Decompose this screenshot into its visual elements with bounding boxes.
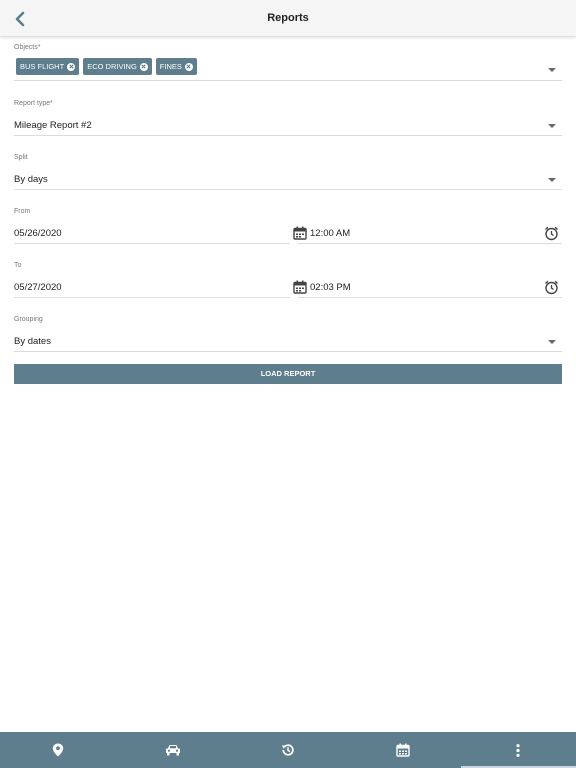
to-date-input[interactable]: 05/27/2020 xyxy=(14,282,62,293)
map-pin-icon xyxy=(52,743,63,757)
nav-calendar[interactable] xyxy=(346,732,461,768)
field-underline xyxy=(298,297,562,298)
grouping-select[interactable]: Grouping By dates xyxy=(14,316,562,352)
to-field: To 05/27/2020 02:03 PM xyxy=(14,262,562,298)
nav-map[interactable] xyxy=(0,732,115,768)
chevron-down-icon[interactable] xyxy=(548,68,556,72)
split-value: By days xyxy=(14,174,48,185)
report-type-value: Mileage Report #2 xyxy=(14,120,92,131)
page-title: Reports xyxy=(267,12,309,24)
chevron-down-icon[interactable] xyxy=(548,178,556,182)
from-date-input[interactable]: 05/26/2020 xyxy=(14,228,62,239)
nav-history[interactable] xyxy=(230,732,345,768)
field-underline xyxy=(14,297,290,298)
objects-field[interactable]: Objects* BUS FLIGHT ECO DRIVING FINES xyxy=(14,44,562,82)
alarm-clock-icon[interactable] xyxy=(544,226,559,241)
calendar-icon xyxy=(396,743,410,757)
bottom-nav xyxy=(0,732,576,768)
split-select[interactable]: Split By days xyxy=(14,154,562,190)
chip-eco-driving[interactable]: ECO DRIVING xyxy=(83,58,152,75)
chevron-down-icon[interactable] xyxy=(548,340,556,344)
close-icon[interactable] xyxy=(139,62,148,71)
chip-label: ECO DRIVING xyxy=(87,62,137,71)
car-icon xyxy=(165,745,180,756)
to-time-input[interactable]: 02:03 PM xyxy=(310,282,351,293)
field-underline xyxy=(14,351,562,352)
calendar-icon[interactable] xyxy=(293,280,307,294)
calendar-icon[interactable] xyxy=(293,226,307,240)
chip-label: BUS FLIGHT xyxy=(20,62,65,71)
field-underline xyxy=(298,243,562,244)
from-field: From 05/26/2020 12:00 AM xyxy=(14,208,562,244)
to-label: To xyxy=(14,262,22,269)
alarm-clock-icon[interactable] xyxy=(544,280,559,295)
chip-bus-flight[interactable]: BUS FLIGHT xyxy=(16,58,80,75)
objects-label: Objects* xyxy=(14,44,41,51)
field-underline xyxy=(14,135,562,136)
field-underline xyxy=(14,189,562,190)
load-report-button[interactable]: LOAD REPORT xyxy=(14,364,562,384)
from-label: From xyxy=(14,208,31,215)
history-icon xyxy=(282,744,294,756)
grouping-label: Grouping xyxy=(14,316,43,323)
chevron-down-icon[interactable] xyxy=(548,124,556,128)
chip-label: FINES xyxy=(159,62,182,71)
objects-chip-list: BUS FLIGHT ECO DRIVING FINES xyxy=(16,58,197,75)
report-type-label: Report type* xyxy=(14,100,53,107)
nav-vehicles[interactable] xyxy=(115,732,230,768)
nav-more[interactable] xyxy=(460,732,576,768)
split-label: Split xyxy=(14,154,28,161)
field-underline xyxy=(14,80,562,81)
from-time-input[interactable]: 12:00 AM xyxy=(310,228,350,239)
grouping-value: By dates xyxy=(14,336,51,347)
report-type-select[interactable]: Report type* Mileage Report #2 xyxy=(14,100,562,136)
chip-fines[interactable]: FINES xyxy=(155,58,197,75)
more-vertical-icon xyxy=(516,743,521,757)
close-icon[interactable] xyxy=(67,62,76,71)
field-underline xyxy=(14,243,290,244)
close-icon[interactable] xyxy=(184,62,193,71)
app-header: Reports xyxy=(0,0,576,37)
